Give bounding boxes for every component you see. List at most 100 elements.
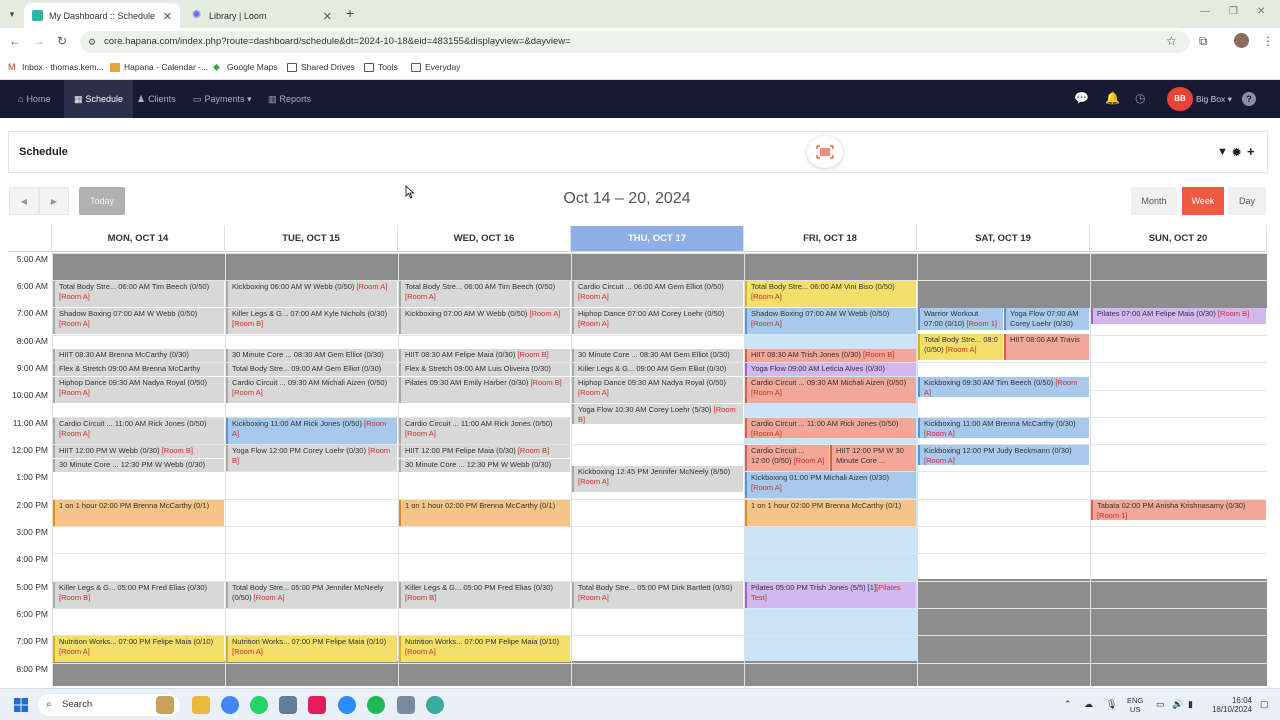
class-event[interactable]: HIIT 12:00 PM W Webb (0/30) [Room B]: [53, 445, 224, 458]
browser-tab[interactable]: ✺ Library | Loom ✕: [184, 3, 340, 28]
close-tab-icon[interactable]: ✕: [163, 10, 172, 23]
user-menu[interactable]: Big Box ▾: [1196, 94, 1232, 105]
back-icon[interactable]: ←: [9, 34, 21, 48]
restore-icon[interactable]: ❐: [1229, 6, 1238, 17]
class-event[interactable]: Cardio Circuit ... 11:00 AM Rick Jones (…: [399, 418, 570, 444]
class-event[interactable]: Yoga Flow 12:00 PM Corey Loehr (0/30) [R…: [226, 445, 397, 471]
class-event[interactable]: Hiphop Dance 07:00 AM Corey Loehr (0/50)…: [572, 308, 743, 334]
browser-tab-active[interactable]: My Dashboard :: Schedule ✕: [24, 3, 180, 28]
tab-list-icon[interactable]: ▾: [4, 6, 20, 22]
profile-avatar[interactable]: [1234, 33, 1249, 48]
prev-week-button[interactable]: ◀: [9, 187, 39, 215]
month-view-button[interactable]: Month: [1131, 187, 1177, 215]
zoom-icon[interactable]: [338, 696, 356, 714]
day-header[interactable]: MON, OCT 14: [52, 226, 225, 252]
extensions-icon[interactable]: ⧉: [1199, 34, 1208, 49]
bookmark-star-icon[interactable]: ☆: [1166, 34, 1177, 48]
battery-icon[interactable]: ▮: [1188, 699, 1193, 710]
class-event[interactable]: Kickboxing 06:00 AM W Webb (0/50) [Room …: [226, 281, 397, 307]
class-event[interactable]: Nutrition Works... 07:00 PM Felipe Maia …: [226, 636, 397, 662]
bookmark-item[interactable]: ⬥ Google Maps: [213, 62, 278, 72]
nav-home[interactable]: ⌂ Home: [18, 80, 50, 118]
day-header[interactable]: SAT, OCT 19: [917, 226, 1090, 252]
class-event[interactable]: 1 on 1 hour 02:00 PM Brenna McCarthy (0/…: [399, 500, 570, 526]
class-event[interactable]: Nutrition Works... 07:00 PM Felipe Maia …: [399, 636, 570, 662]
class-event[interactable]: Pilates 09:30 AM Emily Harber (0/30) [Ro…: [399, 377, 570, 403]
gear-app-icon[interactable]: [397, 696, 415, 714]
barcode-scan-icon[interactable]: [807, 136, 843, 168]
bookmark-folder[interactable]: Everyday: [411, 62, 460, 72]
app-icon[interactable]: [426, 696, 444, 714]
class-event[interactable]: HIIT 12:00 PM W 30 Minute Core ...: [830, 445, 916, 471]
minimize-icon[interactable]: —: [1200, 6, 1210, 17]
day-view-button[interactable]: Day: [1228, 187, 1266, 215]
class-event[interactable]: Total Body Stre... 06:00 AM Tim Beech (0…: [53, 281, 224, 307]
class-event[interactable]: Cardio Circuit ... 09:30 AM Michali Aize…: [745, 377, 916, 403]
bookmark-item[interactable]: M Inbox - thomas.kem...: [8, 62, 104, 72]
network-icon[interactable]: ▭: [1156, 699, 1165, 710]
cloud-icon[interactable]: ☁: [1084, 699, 1093, 710]
class-event[interactable]: Hiphop Dance 09:30 AM Nadya Royal (0/50)…: [53, 377, 224, 403]
class-event[interactable]: Tabata 02:00 PM Anisha Krishnasamy (0/30…: [1091, 500, 1266, 520]
day-header[interactable]: WED, OCT 16: [398, 226, 571, 252]
week-view-button[interactable]: Week: [1182, 187, 1224, 215]
class-event[interactable]: Yoga Flow 07:00 AM Corey Loehr (0/30): [1004, 308, 1089, 330]
spotify-icon[interactable]: [367, 696, 385, 714]
next-week-button[interactable]: ▶: [39, 187, 69, 215]
class-event[interactable]: HIIT 08:30 AM Felipe Maia (0/30) [Room B…: [399, 349, 570, 362]
class-event[interactable]: Cardio Circuit ... 06:00 AM Gem Elliot (…: [572, 281, 743, 307]
class-event[interactable]: 1 on 1 hour 02:00 PM Brenna McCarthy (0/…: [745, 500, 916, 526]
class-event[interactable]: Nutrition Works... 07:00 PM Felipe Maia …: [53, 636, 224, 662]
day-header[interactable]: SUN, OCT 20: [1090, 226, 1267, 252]
bell-icon[interactable]: 🔔: [1105, 91, 1120, 105]
chat-icon[interactable]: 💬: [1074, 91, 1089, 105]
class-event[interactable]: Cardio Circuit ... 09:30 AM Michali Aize…: [226, 377, 397, 403]
slack-icon[interactable]: [308, 696, 326, 714]
class-event[interactable]: HIIT 08:00 AM Travis: [1004, 334, 1089, 360]
file-explorer-icon[interactable]: [192, 696, 210, 714]
class-event[interactable]: Yoga Flow 10:30 AM Corey Loehr (5/30) [R…: [572, 404, 743, 424]
notification-icon[interactable]: ▢: [1260, 699, 1269, 710]
class-event[interactable]: HIIT 08:30 AM Trish Jones (0/30) [Room B…: [745, 349, 916, 362]
today-button[interactable]: Today: [79, 187, 125, 215]
browser-menu-icon[interactable]: ⋮: [1262, 34, 1274, 48]
url-field[interactable]: ⚙ core.hapana.com/index.php?route=dashbo…: [80, 31, 1190, 53]
class-event[interactable]: Kickboxing 11:00 AM Rick Jones (0/50) [R…: [226, 418, 397, 444]
class-event[interactable]: Cardio Circuit ... 12:00 (0/50) [Room A]: [745, 445, 829, 471]
microphone-icon[interactable]: 🎙: [1106, 699, 1117, 710]
add-icon[interactable]: +: [1247, 144, 1255, 159]
class-event[interactable]: Total Body Stre... 05:00 PM Dirk Bartlet…: [572, 582, 743, 608]
class-event[interactable]: Killer Legs & G... 05:00 PM Fred Elias (…: [399, 582, 570, 608]
whatsapp-icon[interactable]: [250, 696, 268, 714]
class-event[interactable]: Total Body Stre... 06:00 AM Tim Beech (0…: [399, 281, 570, 307]
settings-app-icon[interactable]: [279, 696, 297, 714]
filter-icon[interactable]: ▼: [1217, 146, 1228, 158]
windows-start-icon[interactable]: [14, 698, 28, 712]
nav-schedule[interactable]: ▦ Schedule: [64, 80, 134, 118]
class-event[interactable]: Yoga Flow 09:00 AM Leticia Alves (0/30): [745, 363, 916, 376]
class-event[interactable]: 30 Minute Core ... 08:30 AM Gem Elliot (…: [226, 349, 397, 362]
class-event[interactable]: Total Body Stre... 08:0 (0/50) [Room A]: [918, 334, 1003, 360]
chrome-icon[interactable]: [221, 696, 239, 714]
class-event[interactable]: Warrior Workout 07:00 (0/10) [Room 1]: [918, 308, 1003, 330]
class-event[interactable]: Pilates 07:00 AM Felipe Maia (0/30) [Roo…: [1091, 308, 1266, 324]
close-tab-icon[interactable]: ✕: [323, 10, 332, 23]
volume-icon[interactable]: 🔊: [1172, 699, 1183, 710]
class-event[interactable]: HIIT 12:00 PM Felipe Maia (0/30) [Room B…: [399, 445, 570, 458]
class-event[interactable]: Flex & Stretch 09:00 AM Luis Oliveira (0…: [399, 363, 570, 376]
nav-clients[interactable]: ♟ Clients: [137, 80, 176, 118]
bookmark-folder[interactable]: Shared Drives: [287, 62, 355, 72]
class-event[interactable]: Kickboxing 12:45 PM Jennifer McNeely (8/…: [572, 466, 743, 492]
bookmark-item[interactable]: Hapana - Calendar -...: [110, 62, 208, 72]
class-event[interactable]: Total Body Stre... 09:00 AM Gem Elliot (…: [226, 363, 397, 376]
class-event[interactable]: Killer Legs & G... 09:00 AM Gem Elliot (…: [572, 363, 743, 376]
class-event[interactable]: 30 Minute Core ... 12:30 PM W Webb (0/30…: [53, 459, 224, 472]
class-event[interactable]: 30 Minute Core ... 12:30 PM W Webb (0/30…: [399, 459, 570, 472]
reload-icon[interactable]: ↻: [57, 34, 67, 48]
class-event[interactable]: Pilates 05:00 PM Trish Jones (5/5) [1][P…: [745, 582, 916, 608]
close-window-icon[interactable]: ✕: [1257, 6, 1265, 17]
widget-app-icon[interactable]: [156, 696, 174, 714]
new-tab-icon[interactable]: +: [346, 5, 354, 21]
language-indicator[interactable]: ENG US: [1127, 696, 1143, 714]
class-event[interactable]: Killer Legs & G... 05:00 PM Fred Elias (…: [53, 582, 224, 608]
